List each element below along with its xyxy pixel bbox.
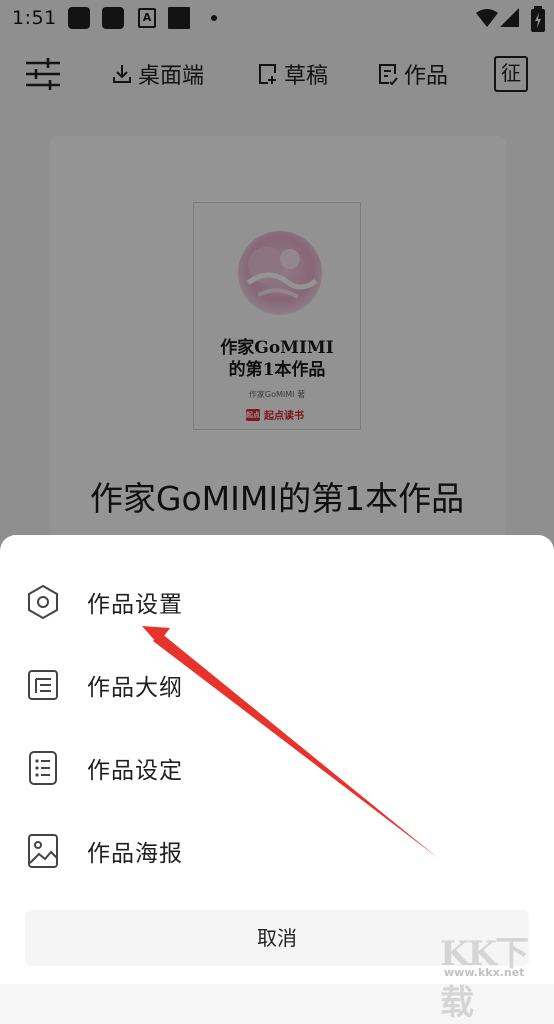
- menu-item-work-outline[interactable]: 作品大纲: [0, 643, 554, 726]
- list-icon: [29, 751, 57, 785]
- menu-item-work-settings[interactable]: 作品设置: [0, 560, 554, 643]
- menu-item-label: 作品海报: [87, 841, 183, 867]
- menu-item-label: 作品设置: [87, 592, 183, 618]
- image-icon: [28, 834, 58, 868]
- hexagon-settings-icon: [28, 584, 58, 620]
- menu-item-work-poster[interactable]: 作品海报: [0, 809, 554, 892]
- watermark-url: www.kkx.net: [444, 966, 525, 979]
- menu-item-label: 作品大纲: [87, 675, 183, 701]
- outline-icon: [28, 670, 58, 700]
- watermark-logo: KK下载 www.kkx.net: [440, 926, 550, 1023]
- bottom-sheet: 作品设置 作品大纲 作品设定 作品海报 取消: [0, 535, 554, 984]
- menu-item-work-setting-config[interactable]: 作品设定: [0, 726, 554, 809]
- menu-item-label: 作品设定: [87, 758, 183, 784]
